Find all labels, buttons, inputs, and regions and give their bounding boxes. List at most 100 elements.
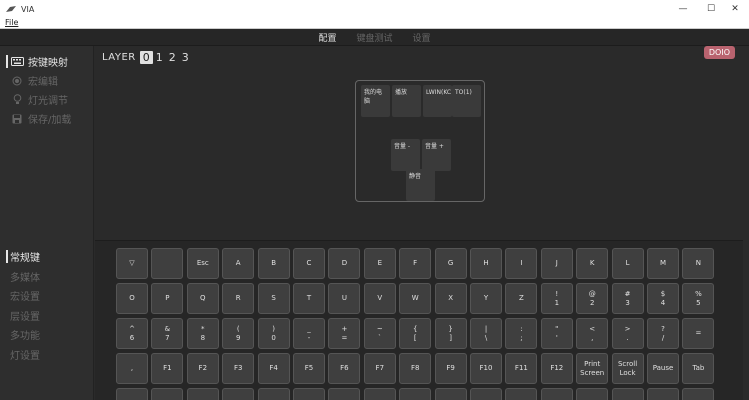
keycode-key[interactable] — [151, 248, 184, 279]
keycode-key[interactable]: F2 — [186, 353, 219, 384]
macropad-key[interactable]: TO(1) — [452, 85, 481, 117]
keycode-key[interactable]: ) 0 — [257, 318, 290, 349]
keycode-key[interactable]: ? / — [647, 318, 679, 349]
keycode-key[interactable]: ! 1 — [540, 283, 573, 314]
keycode-key[interactable]: Print Screen — [576, 353, 609, 384]
keycode-key[interactable]: @2 — [576, 283, 609, 314]
keycode-key[interactable]: + = — [328, 318, 361, 349]
keycode-key[interactable]: Esc — [186, 248, 219, 279]
keycode-key[interactable] — [116, 388, 148, 400]
keycode-key[interactable]: K — [576, 248, 609, 279]
macropad-key[interactable]: 静音 — [406, 169, 435, 201]
keycode-key[interactable] — [647, 388, 679, 400]
keycode-key[interactable]: {[ — [399, 318, 432, 349]
keycode-key[interactable] — [257, 388, 290, 400]
palette-scrollbar[interactable] — [743, 240, 749, 400]
keycode-key[interactable]: S — [257, 283, 290, 314]
keycode-key[interactable]: M — [647, 248, 679, 279]
keycode-key[interactable]: >. — [611, 318, 644, 349]
keycode-key[interactable]: % 5 — [682, 283, 715, 314]
keycode-key[interactable]: Caps — [399, 388, 432, 400]
keycode-key[interactable]: Pause — [647, 353, 679, 384]
keycode-key[interactable]: ▽ — [116, 248, 148, 279]
keycode-key[interactable]: , — [116, 353, 148, 384]
category-macro[interactable]: 宏设置 — [0, 286, 93, 306]
keycode-key[interactable]: F5 — [293, 353, 325, 384]
keycode-key[interactable]: & 7 — [151, 318, 184, 349]
keycode-key[interactable]: Z — [505, 283, 538, 314]
keycode-key[interactable]: N — [682, 248, 715, 279]
keycode-key[interactable]: <, — [576, 318, 609, 349]
keycode-key[interactable]: }] — [434, 318, 467, 349]
category-layers[interactable]: 层设置 — [0, 306, 93, 326]
keycode-key[interactable]: (9 — [222, 318, 255, 349]
keycode-key[interactable]: J — [540, 248, 573, 279]
layer-0-button[interactable]: 0 — [139, 51, 153, 64]
keycode-key[interactable]: Tab — [682, 353, 715, 384]
keycode-key[interactable]: B — [257, 248, 290, 279]
keycode-key[interactable]: Page — [328, 388, 361, 400]
keycode-key[interactable]: Scroll Lock — [611, 353, 644, 384]
keycode-key[interactable]: T — [293, 283, 325, 314]
keycode-key[interactable]: A — [222, 248, 255, 279]
minimize-button[interactable]: — — [669, 0, 697, 18]
keycode-key[interactable]: | \ — [470, 318, 502, 349]
keycode-key[interactable]: F4 — [257, 353, 290, 384]
sidebar-item-keymap[interactable]: 按键映射 — [0, 52, 93, 71]
layer-3-button[interactable]: 3 — [179, 51, 192, 64]
keycode-key[interactable]: I — [505, 248, 538, 279]
menu-file[interactable]: File — [5, 18, 18, 27]
tab-configure[interactable]: 配置 — [308, 31, 346, 44]
keycode-key[interactable]: U — [328, 283, 361, 314]
keycode-key[interactable] — [576, 388, 609, 400]
keycode-key[interactable]: R — [222, 283, 255, 314]
category-basic[interactable]: 常规键 — [0, 247, 93, 267]
sidebar-item-lighting[interactable]: 灯光调节 — [0, 90, 93, 109]
keycode-key[interactable]: " ' — [540, 318, 573, 349]
keycode-key[interactable]: #3 — [611, 283, 644, 314]
keycode-key[interactable]: P — [151, 283, 184, 314]
keycode-key[interactable]: F6 — [328, 353, 361, 384]
tab-settings[interactable]: 设置 — [403, 31, 441, 44]
keycode-key[interactable]: F12 — [540, 353, 573, 384]
category-lighting[interactable]: 灯设置 — [0, 345, 93, 365]
keycode-key[interactable] — [470, 388, 502, 400]
keycode-key[interactable]: Num — [363, 388, 396, 400]
keycode-key[interactable]: F10 — [470, 353, 502, 384]
keycode-key[interactable]: X — [434, 283, 467, 314]
keycode-key[interactable] — [505, 388, 538, 400]
keycode-key[interactable]: F7 — [363, 353, 396, 384]
keycode-key[interactable] — [151, 388, 184, 400]
keycode-key[interactable]: * 8 — [186, 318, 219, 349]
keycode-key[interactable]: F1 — [151, 353, 184, 384]
keycode-key[interactable]: F3 — [222, 353, 255, 384]
keycode-key[interactable]: Y — [470, 283, 502, 314]
macropad-key[interactable]: 播放 — [392, 85, 421, 117]
keycode-key[interactable]: ^ 6 — [116, 318, 148, 349]
tab-key-test[interactable]: 键盘测试 — [346, 31, 402, 44]
keycode-key[interactable] — [186, 388, 219, 400]
macropad-key[interactable]: LWIN(KC — [423, 85, 452, 117]
keycode-key[interactable]: ~ ` — [363, 318, 396, 349]
keycode-key[interactable] — [540, 388, 573, 400]
keycode-key[interactable]: Q — [186, 283, 219, 314]
keycode-key[interactable] — [293, 388, 325, 400]
macropad-key[interactable]: 音量 + — [422, 139, 451, 171]
keycode-key[interactable]: $4 — [647, 283, 679, 314]
keycode-key[interactable]: F8 — [399, 353, 432, 384]
keycode-key[interactable] — [434, 388, 467, 400]
layer-2-button[interactable]: 2 — [166, 51, 179, 64]
keycode-key[interactable]: _ - — [293, 318, 325, 349]
category-media[interactable]: 多媒体 — [0, 267, 93, 287]
keycode-key[interactable]: F9 — [434, 353, 467, 384]
keycode-key[interactable]: O — [116, 283, 148, 314]
keycode-key[interactable]: F — [399, 248, 432, 279]
keycode-key[interactable]: L — [611, 248, 644, 279]
keycode-key[interactable] — [611, 388, 644, 400]
sidebar-item-macros[interactable]: 宏编辑 — [0, 71, 93, 90]
keycode-key[interactable]: D — [328, 248, 361, 279]
keycode-key[interactable] — [222, 388, 255, 400]
keycode-key[interactable]: W — [399, 283, 432, 314]
macropad-key[interactable]: 音量 - — [391, 139, 420, 171]
keycode-key[interactable]: V — [363, 283, 396, 314]
